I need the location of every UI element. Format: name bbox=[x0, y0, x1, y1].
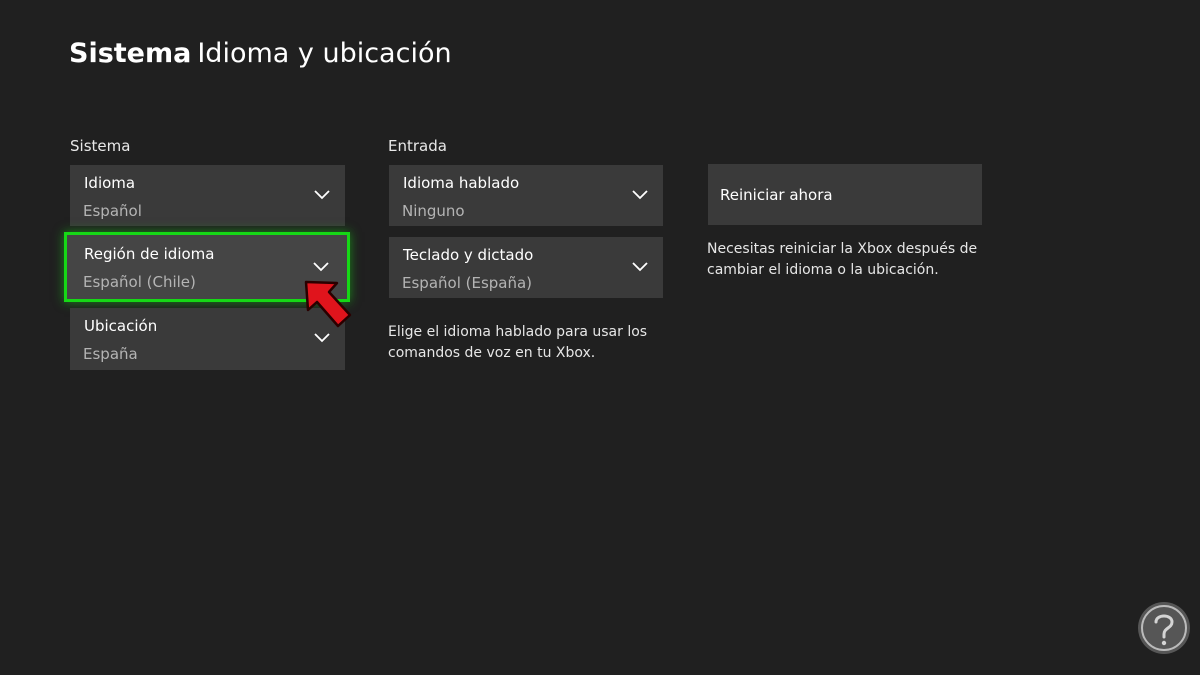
page-title-section: Sistema bbox=[69, 38, 192, 69]
dropdown-value: Español (Chile) bbox=[83, 273, 196, 291]
page-title: Sistema Idioma y ubicación bbox=[69, 36, 452, 72]
chevron-down-icon bbox=[632, 190, 648, 200]
description-line: Elige el idioma hablado para usar los bbox=[388, 324, 648, 340]
dropdown-idioma-hablado[interactable]: Idioma hablado Ninguno bbox=[389, 165, 663, 226]
dropdown-value: Español bbox=[83, 202, 142, 220]
dropdown-idioma[interactable]: Idioma Español bbox=[70, 165, 345, 226]
dropdown-value: Ninguno bbox=[402, 202, 465, 220]
chevron-down-icon bbox=[314, 190, 330, 200]
description-line: Necesitas reiniciar la Xbox después de bbox=[707, 241, 978, 257]
section-header-sistema: Sistema bbox=[70, 137, 131, 155]
chevron-down-icon bbox=[632, 262, 648, 272]
dropdown-value: Español (España) bbox=[402, 274, 533, 292]
page-title-subsection: Idioma y ubicación bbox=[197, 38, 452, 69]
dropdown-label: Región de idioma bbox=[84, 245, 215, 263]
logo-icon bbox=[1138, 602, 1190, 654]
dropdown-label: Ubicación bbox=[84, 317, 158, 335]
description-line: cambiar el idioma o la ubicación. bbox=[707, 262, 939, 278]
restart-now-button[interactable]: Reiniciar ahora bbox=[708, 164, 982, 225]
button-label: Reiniciar ahora bbox=[720, 186, 833, 204]
dropdown-value: España bbox=[83, 345, 138, 363]
arrow-pointer-icon bbox=[304, 280, 352, 328]
chevron-down-icon bbox=[313, 262, 329, 272]
dropdown-label: Idioma hablado bbox=[403, 174, 520, 192]
entrada-description: Elige el idioma hablado para usar los co… bbox=[388, 322, 647, 364]
chevron-down-icon bbox=[314, 333, 330, 343]
dropdown-label: Teclado y dictado bbox=[403, 246, 534, 264]
section-header-entrada: Entrada bbox=[388, 137, 447, 155]
description-line: comandos de voz en tu Xbox. bbox=[388, 345, 596, 361]
dropdown-teclado-dictado[interactable]: Teclado y dictado Español (España) bbox=[389, 237, 663, 298]
dropdown-label: Idioma bbox=[84, 174, 136, 192]
restart-description: Necesitas reiniciar la Xbox después de c… bbox=[707, 239, 977, 281]
